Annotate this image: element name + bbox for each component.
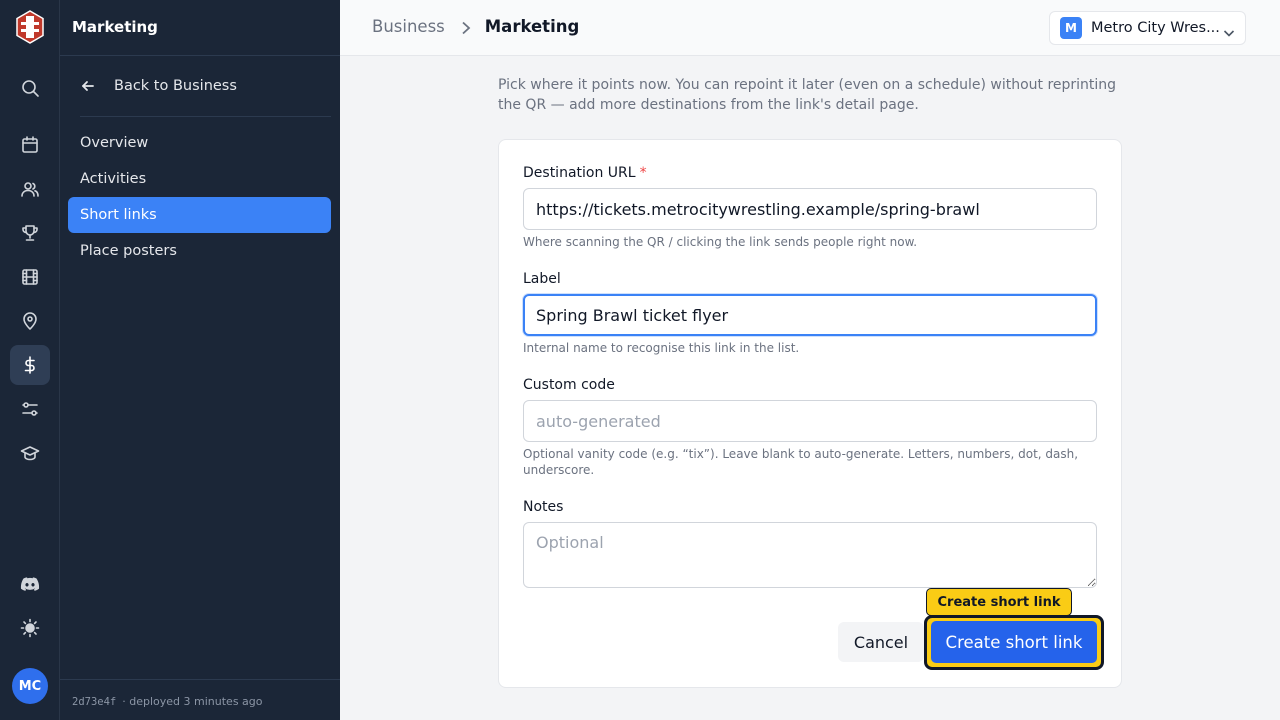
notes-label: Notes [523,499,564,515]
form-intro: Pick where it points now. You can repoin… [498,77,1117,113]
search-icon[interactable] [10,68,50,108]
graduation-cap-icon[interactable] [10,433,50,473]
chevron-right-icon [461,20,471,34]
sidebar-title: Marketing [72,18,158,36]
divider [60,679,340,680]
users-icon[interactable] [10,169,50,209]
sidebar-item-short-links[interactable]: Short links [68,197,331,233]
sidebar-item-activities[interactable]: Activities [68,161,331,197]
discord-icon[interactable] [10,564,50,604]
label-field-label: Label [523,271,561,287]
org-name: Metro City Wres... [1091,20,1220,36]
back-label: Back to Business [114,78,237,94]
destination-url-label: Destination URL * [523,165,647,181]
create-button-tooltip: Create short link [926,588,1072,616]
notes-textarea[interactable] [523,522,1097,588]
custom-code-label: Custom code [523,377,615,393]
breadcrumb-business[interactable]: Business [372,17,445,36]
chevron-down-icon [1223,23,1235,37]
sidebar-item-overview[interactable]: Overview [68,125,331,161]
sidebar-item-place-posters[interactable]: Place posters [68,233,331,269]
deploy-hash: 2d73e4f [72,696,117,708]
required-mark: * [639,165,647,181]
page-title: Marketing [484,17,580,36]
breadcrumb: Business Marketing [372,17,579,36]
divider [60,55,340,56]
app-logo-icon[interactable] [15,10,45,44]
divider [80,116,331,117]
org-switcher[interactable]: M Metro City Wres... [1049,11,1246,45]
avatar[interactable]: MC [12,668,48,704]
film-icon[interactable] [10,257,50,297]
label-input[interactable] [523,294,1097,336]
cancel-button[interactable]: Cancel [838,622,924,662]
destination-url-input[interactable] [523,188,1097,230]
deploy-status: 2d73e4f · deployed 3 minutes ago [72,695,263,708]
calendar-icon[interactable] [10,125,50,165]
org-badge: M [1060,17,1082,39]
sliders-icon[interactable] [10,389,50,429]
destination-url-help: Where scanning the QR / clicking the lin… [523,235,918,249]
deploy-text: · deployed 3 minutes ago [122,695,263,708]
custom-code-help: Optional vanity code (e.g. “tix”). Leave… [523,447,1079,477]
back-to-business-link[interactable]: Back to Business [80,70,331,102]
arrow-left-icon [82,81,94,91]
dollar-icon[interactable] [10,345,50,385]
map-pin-icon[interactable] [10,301,50,341]
custom-code-input[interactable] [523,400,1097,442]
label-help: Internal name to recognise this link in … [523,341,800,355]
top-header: Business Marketing M Metro City Wres... [340,0,1280,56]
sun-icon[interactable] [10,608,50,648]
trophy-icon[interactable] [10,213,50,253]
icon-rail: MC [0,0,60,720]
create-short-link-button[interactable]: Create short link [931,621,1097,663]
section-sidebar: Marketing Back to Business Overview Acti… [60,0,340,720]
